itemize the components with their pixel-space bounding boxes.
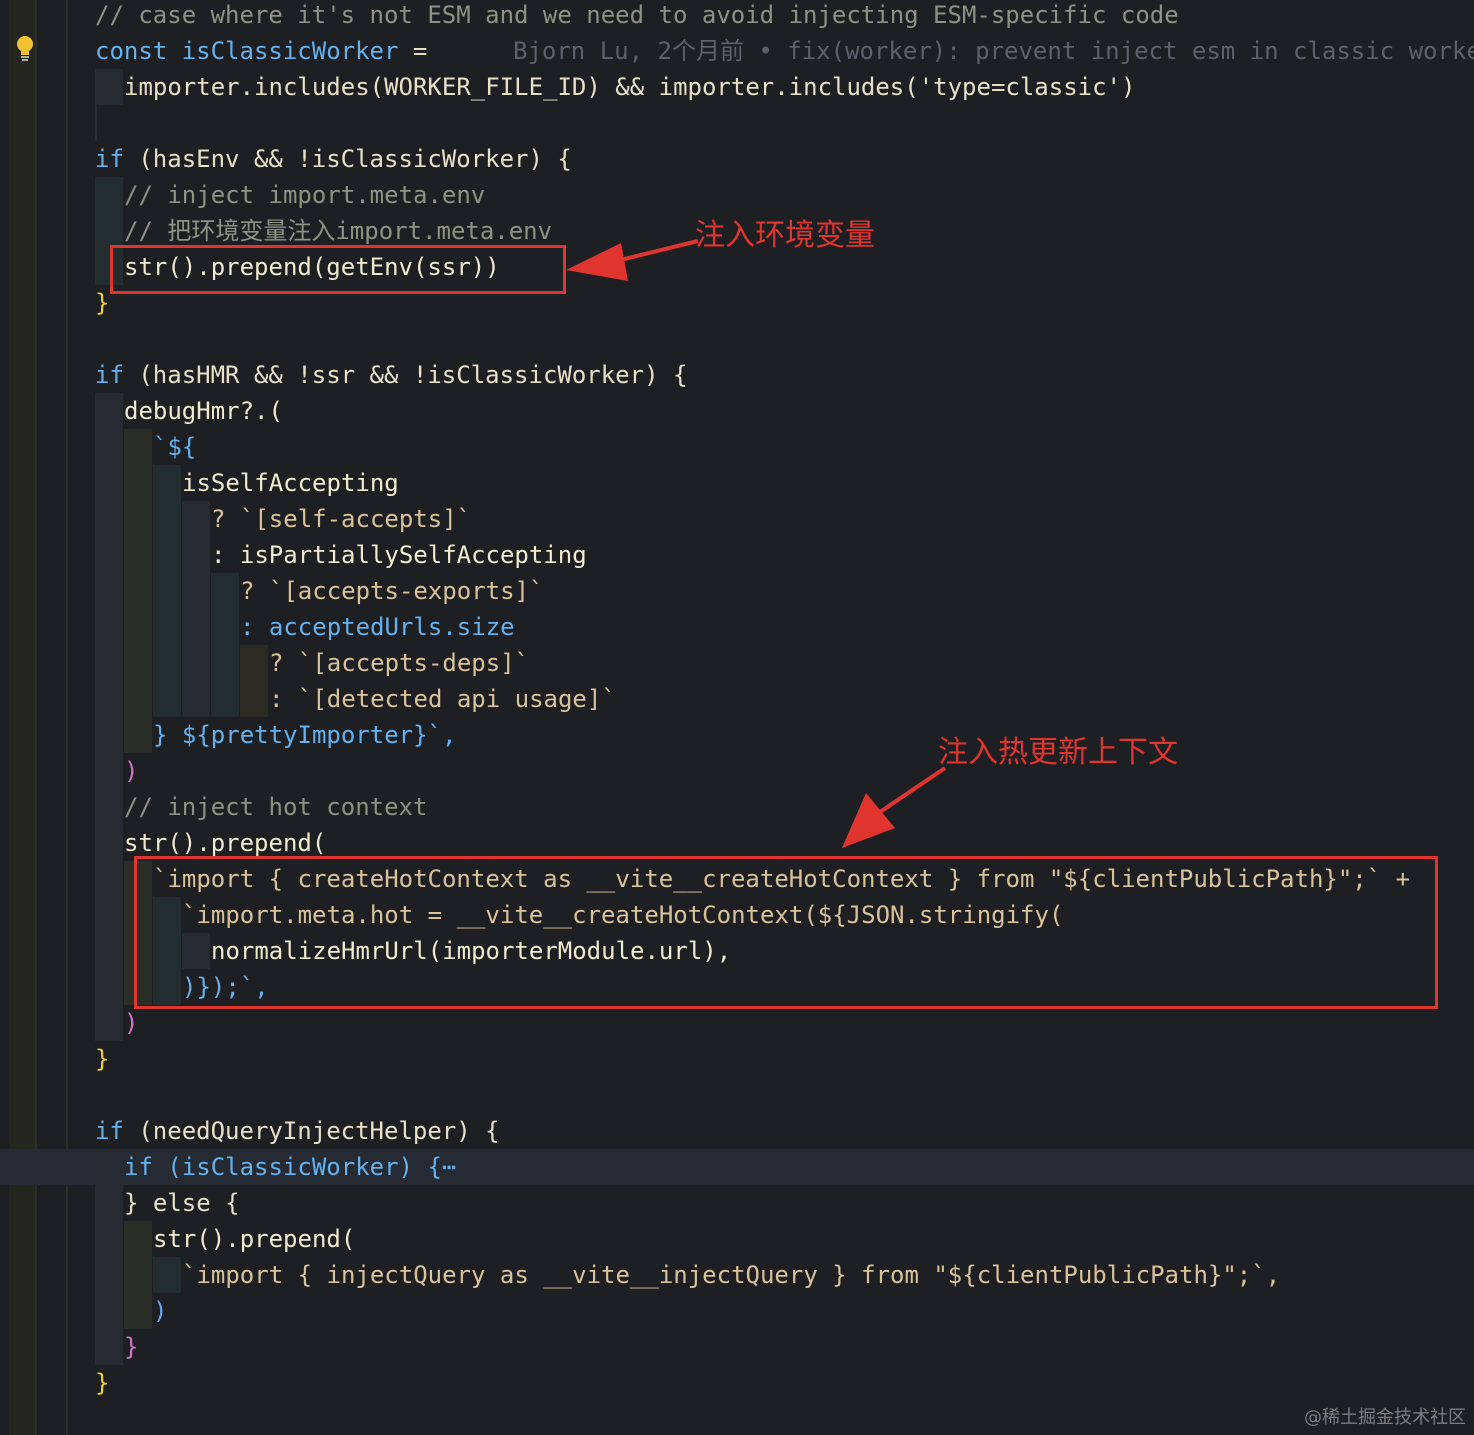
annotation-inject-env: 注入环境变量 [695, 218, 875, 253]
annotation-arrows [566, 239, 947, 848]
arrow-head-env [566, 243, 628, 281]
arrow-head-hot-context [842, 793, 895, 848]
watermark: @稀土掘金技术社区 [1304, 1407, 1466, 1428]
arrow-line-hot-context [878, 766, 947, 814]
arrow-line-env [611, 239, 699, 264]
code-editor[interactable]: // case where it's not ESM and we need t… [0, 0, 1474, 1435]
annotation-inject-hot-context: 注入热更新上下文 [938, 735, 1178, 770]
